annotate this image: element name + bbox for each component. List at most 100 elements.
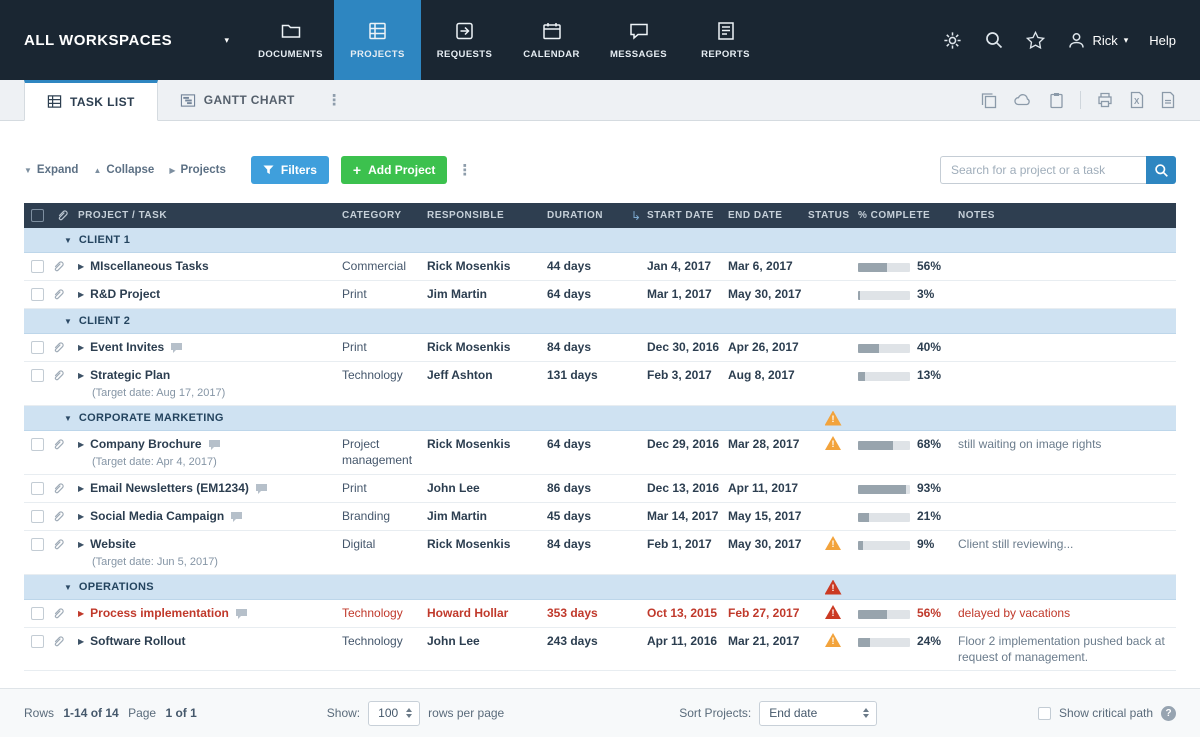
task-name[interactable]: Social Media Campaign xyxy=(90,508,224,525)
collapse-group-icon[interactable]: ▼ xyxy=(64,414,72,423)
table-row[interactable]: ▶ R&D Project Print Jim Martin 64 days M… xyxy=(24,281,1176,309)
table-row[interactable]: ▶ Process implementation Technology Howa… xyxy=(24,600,1176,628)
attachment-icon[interactable] xyxy=(50,633,74,649)
row-checkbox[interactable] xyxy=(31,635,44,648)
sort-projects-select[interactable]: End date xyxy=(759,701,877,726)
collapse-group-icon[interactable]: ▼ xyxy=(64,317,72,326)
clipboard-icon[interactable] xyxy=(1047,91,1065,109)
collapse-group-icon[interactable]: ▼ xyxy=(64,236,72,245)
row-checkbox[interactable] xyxy=(31,341,44,354)
expand-row-icon[interactable]: ▶ xyxy=(78,339,84,356)
table-row[interactable]: ▶ Email Newsletters (EM1234) Print John … xyxy=(24,475,1176,503)
row-checkbox[interactable] xyxy=(31,260,44,273)
indent-sort-icon[interactable]: ↳ xyxy=(625,209,647,223)
attachment-icon[interactable] xyxy=(50,367,74,383)
column-header-duration[interactable]: DURATION xyxy=(547,210,625,221)
task-name[interactable]: Email Newsletters (EM1234) xyxy=(90,480,249,497)
row-checkbox[interactable] xyxy=(31,438,44,451)
help-link[interactable]: Help xyxy=(1149,33,1176,48)
tab-overflow-menu-icon[interactable]: ⋮ xyxy=(317,91,352,109)
column-header-end[interactable]: END DATE xyxy=(728,210,808,221)
tab-task-list[interactable]: TASK LIST xyxy=(24,80,158,121)
rows-per-page-select[interactable]: 100 xyxy=(368,701,420,726)
group-row[interactable]: ▼ CORPORATE MARKETING ! xyxy=(24,406,1176,431)
collapse-group-icon[interactable]: ▼ xyxy=(64,583,72,592)
row-checkbox[interactable] xyxy=(31,538,44,551)
task-name[interactable]: Software Rollout xyxy=(90,633,185,650)
nav-item-messages[interactable]: MESSAGES xyxy=(595,0,682,80)
table-row[interactable]: ▶ Social Media Campaign Branding Jim Mar… xyxy=(24,503,1176,531)
row-checkbox[interactable] xyxy=(31,607,44,620)
comment-icon[interactable] xyxy=(255,483,268,495)
expand-row-icon[interactable]: ▶ xyxy=(78,258,84,275)
expand-row-icon[interactable]: ▶ xyxy=(78,436,84,453)
search-submit-button[interactable] xyxy=(1146,156,1176,184)
excel-export-icon[interactable]: X xyxy=(1129,91,1145,109)
collapse-all-link[interactable]: ▲ Collapse xyxy=(93,164,154,176)
expand-row-icon[interactable]: ▶ xyxy=(78,508,84,525)
task-name[interactable]: Website xyxy=(90,536,136,553)
row-checkbox[interactable] xyxy=(31,482,44,495)
column-header-project[interactable]: PROJECT / TASK xyxy=(74,210,342,221)
help-question-icon[interactable]: ? xyxy=(1161,706,1176,721)
group-row[interactable]: ▼ CLIENT 2 ! xyxy=(24,309,1176,334)
nav-item-documents[interactable]: DOCUMENTS xyxy=(247,0,334,80)
attachment-icon[interactable] xyxy=(50,536,74,552)
duplicate-icon[interactable] xyxy=(980,91,998,109)
column-header-start[interactable]: START DATE xyxy=(647,210,728,221)
column-header-notes[interactable]: NOTES xyxy=(958,210,1176,221)
column-header-responsible[interactable]: RESPONSIBLE xyxy=(427,210,547,221)
nav-item-reports[interactable]: REPORTS xyxy=(682,0,769,80)
comment-icon[interactable] xyxy=(235,608,248,620)
comment-icon[interactable] xyxy=(230,511,243,523)
attachment-icon[interactable] xyxy=(50,480,74,496)
table-row[interactable]: ▶ MIscellaneous Tasks Commercial Rick Mo… xyxy=(24,253,1176,281)
show-critical-path-checkbox[interactable] xyxy=(1038,707,1051,720)
table-row[interactable]: ▶ Event Invites Print Rick Mosenkis 84 d… xyxy=(24,334,1176,362)
task-name[interactable]: Company Brochure xyxy=(90,436,201,453)
search-input[interactable] xyxy=(940,156,1146,184)
row-checkbox[interactable] xyxy=(31,369,44,382)
attachment-icon[interactable] xyxy=(50,436,74,452)
nav-item-projects[interactable]: PROJECTS xyxy=(334,0,421,80)
task-name[interactable]: Strategic Plan xyxy=(90,367,170,384)
group-row[interactable]: ▼ OPERATIONS ! xyxy=(24,575,1176,600)
column-header-pct[interactable]: % COMPLETE xyxy=(858,210,958,221)
task-name[interactable]: Event Invites xyxy=(90,339,164,356)
task-name[interactable]: Process implementation xyxy=(90,605,229,622)
add-project-button[interactable]: + Add Project xyxy=(341,156,448,184)
attachment-icon[interactable] xyxy=(50,605,74,621)
expand-row-icon[interactable]: ▶ xyxy=(78,367,84,384)
attachment-icon[interactable] xyxy=(50,508,74,524)
task-name[interactable]: MIscellaneous Tasks xyxy=(90,258,209,275)
search-icon[interactable] xyxy=(984,30,1004,50)
expand-all-link[interactable]: ▼ Expand xyxy=(24,164,78,176)
gear-icon[interactable] xyxy=(942,30,963,51)
row-checkbox[interactable] xyxy=(31,510,44,523)
expand-row-icon[interactable]: ▶ xyxy=(78,286,84,303)
table-row[interactable]: ▶ Software Rollout Technology John Lee 2… xyxy=(24,628,1176,671)
table-row[interactable]: ▶ Strategic Plan (Target date: Aug 17, 2… xyxy=(24,362,1176,406)
select-all-checkbox[interactable] xyxy=(31,209,44,222)
task-name[interactable]: R&D Project xyxy=(90,286,160,303)
comment-icon[interactable] xyxy=(170,342,183,354)
expand-row-icon[interactable]: ▶ xyxy=(78,536,84,553)
pdf-export-icon[interactable] xyxy=(1160,91,1176,109)
workspace-selector[interactable]: ALL WORKSPACES ▾ xyxy=(0,0,247,80)
tab-gantt-chart[interactable]: GANTT CHART xyxy=(158,80,317,120)
row-checkbox[interactable] xyxy=(31,288,44,301)
attachment-icon[interactable] xyxy=(50,339,74,355)
table-row[interactable]: ▶ Website (Target date: Jun 5, 2017) Dig… xyxy=(24,531,1176,575)
expand-row-icon[interactable]: ▶ xyxy=(78,605,84,622)
user-menu[interactable]: Rick ▾ xyxy=(1067,31,1128,50)
comment-icon[interactable] xyxy=(208,439,221,451)
attachment-icon[interactable] xyxy=(50,286,74,302)
expand-row-icon[interactable]: ▶ xyxy=(78,480,84,497)
star-icon[interactable] xyxy=(1025,30,1046,51)
attachment-icon[interactable] xyxy=(50,258,74,274)
nav-item-calendar[interactable]: CALENDAR xyxy=(508,0,595,80)
filters-button[interactable]: Filters xyxy=(251,156,329,184)
nav-item-requests[interactable]: REQUESTS xyxy=(421,0,508,80)
column-header-status[interactable]: STATUS xyxy=(808,210,858,221)
toolbar-overflow-menu-icon[interactable]: ⋮ xyxy=(447,161,482,179)
